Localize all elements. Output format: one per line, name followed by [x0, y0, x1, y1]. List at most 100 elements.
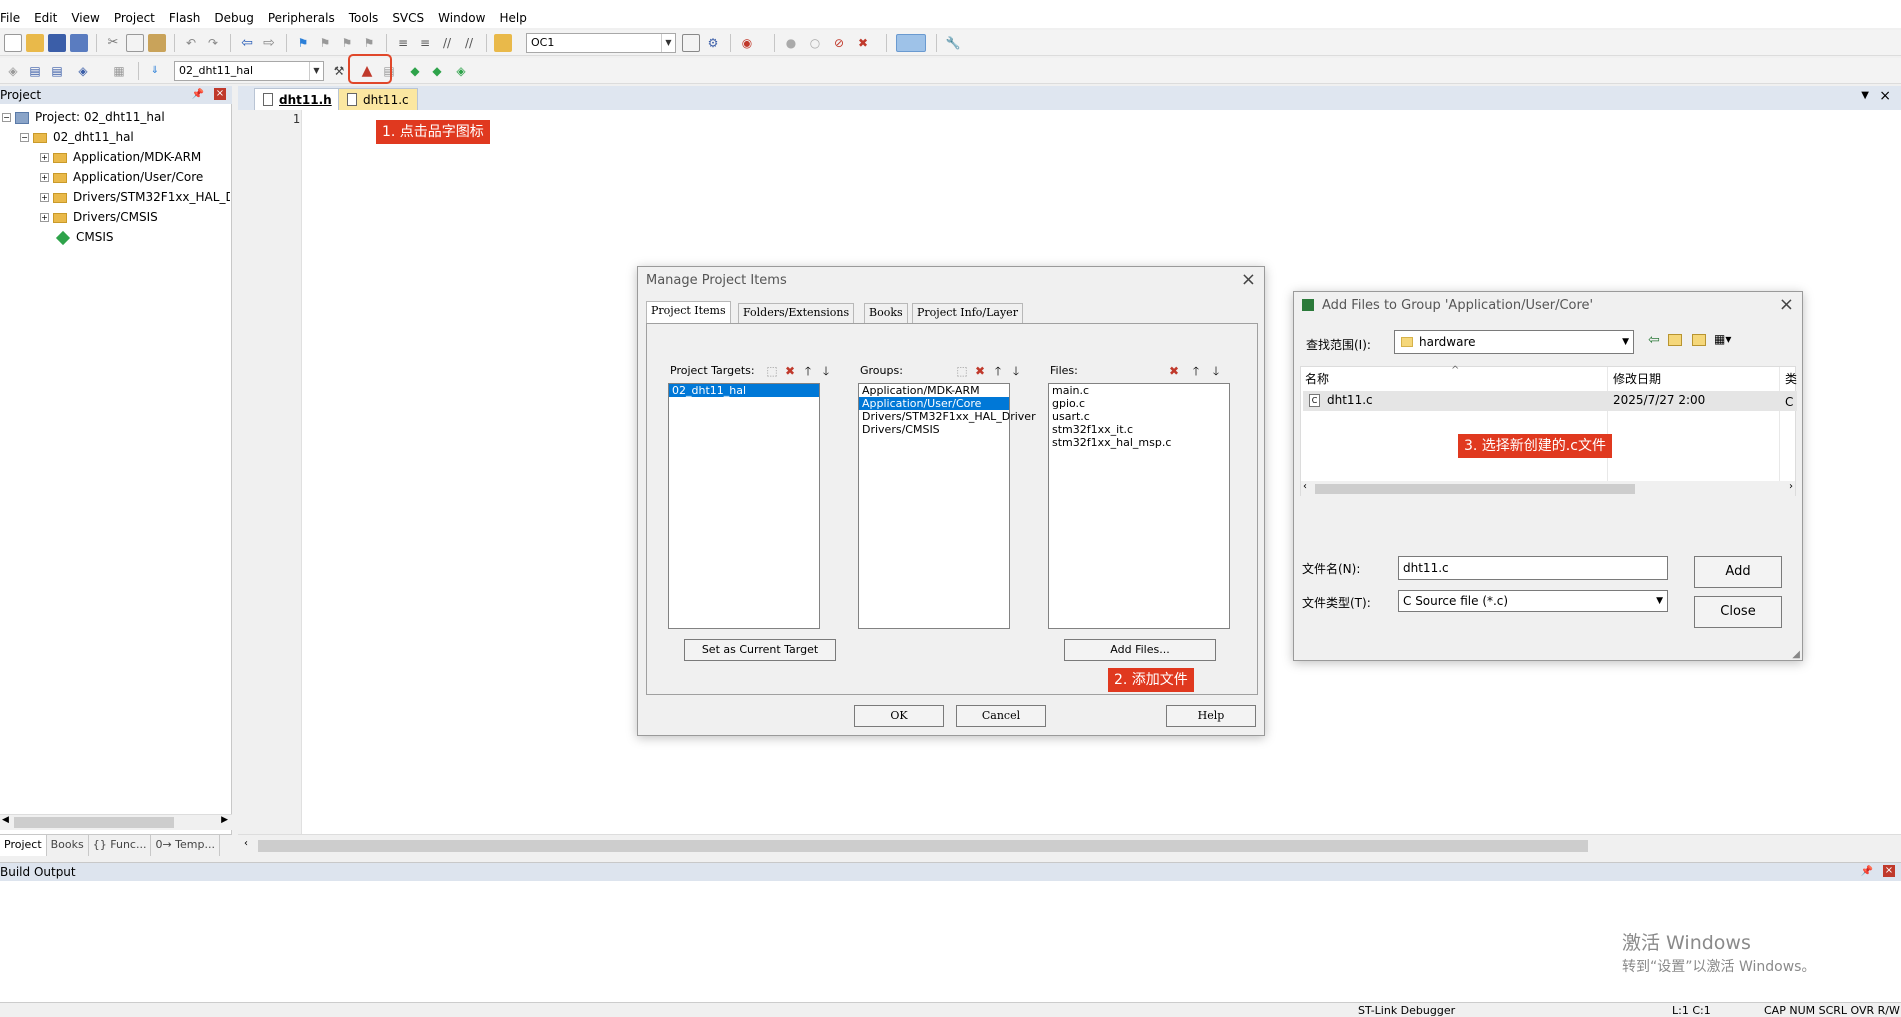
new-group-icon[interactable]: ⬚	[954, 363, 970, 379]
undo-icon[interactable]: ↶	[182, 34, 200, 52]
close-icon[interactable]: ×	[1879, 88, 1891, 104]
uncomment-icon[interactable]: //	[460, 34, 478, 52]
menu-help[interactable]: Help	[492, 8, 533, 28]
open-folder-icon[interactable]	[26, 34, 44, 52]
tab-templates[interactable]: 0→ Temp...	[151, 835, 220, 856]
list-item[interactable]: stm32f1xx_it.c	[1049, 423, 1229, 436]
menu-svcs[interactable]: SVCS	[385, 8, 431, 28]
expand-icon[interactable]: +	[40, 213, 49, 222]
list-item[interactable]: usart.c	[1049, 410, 1229, 423]
files-list[interactable]: main.c gpio.c usart.c stm32f1xx_it.c stm…	[1048, 383, 1230, 629]
move-down-icon[interactable]: 🡓	[1208, 363, 1224, 379]
redo-icon[interactable]: ↷	[204, 34, 222, 52]
menu-view[interactable]: View	[64, 8, 106, 28]
scroll-thumb[interactable]	[258, 840, 1588, 852]
breakpoint-disable-icon[interactable]: ○	[806, 34, 824, 52]
scroll-left-icon[interactable]: ◀	[2, 815, 9, 825]
list-item[interactable]: 02_dht11_hal	[669, 384, 819, 397]
breakpoint-clear-icon[interactable]: ⊘	[830, 34, 848, 52]
expand-icon[interactable]: +	[40, 153, 49, 162]
add-button[interactable]: Add	[1694, 556, 1782, 588]
expand-icon[interactable]: +	[40, 193, 49, 202]
move-up-icon[interactable]: 🡑	[800, 363, 816, 379]
close-icon[interactable]: ×	[1779, 294, 1794, 315]
tab-project-items[interactable]: Project Items	[646, 301, 731, 323]
nav-back-icon[interactable]: ⇦	[238, 34, 256, 52]
expand-icon[interactable]: +	[40, 173, 49, 182]
build-icon[interactable]: ▤	[26, 62, 44, 80]
resize-grip-icon[interactable]: ◢	[1792, 649, 1800, 660]
menu-flash[interactable]: Flash	[162, 8, 207, 28]
move-down-icon[interactable]: 🡓	[1008, 363, 1024, 379]
list-item[interactable]: stm32f1xx_hal_msp.c	[1049, 436, 1229, 449]
scroll-right-icon[interactable]: ›	[1789, 481, 1793, 492]
menu-tools[interactable]: Tools	[342, 8, 386, 28]
target-combo[interactable]: OC1 ▼	[526, 33, 676, 53]
tree-item-group[interactable]: + Application/User/Core	[40, 168, 203, 186]
copy-icon[interactable]	[126, 34, 144, 52]
column-type[interactable]: 类	[1785, 369, 1797, 389]
scroll-left-icon[interactable]: ‹	[1303, 481, 1307, 492]
delete-icon[interactable]: ✖	[782, 363, 798, 379]
debug-session-icon[interactable]: ◉	[738, 34, 756, 52]
tab-books[interactable]: Books	[47, 835, 89, 856]
incremental-find-icon[interactable]: ⚙	[704, 34, 722, 52]
list-item[interactable]: Drivers/STM32F1xx_HAL_Driver	[859, 410, 1036, 423]
tab-folders-extensions[interactable]: Folders/Extensions	[738, 303, 855, 323]
tab-functions[interactable]: {} Func...	[89, 835, 152, 856]
save-icon[interactable]	[48, 34, 66, 52]
menu-peripherals[interactable]: Peripherals	[261, 8, 342, 28]
view-menu-icon[interactable]: ▦▾	[1714, 332, 1731, 346]
scroll-right-icon[interactable]: ▶	[221, 815, 228, 825]
scroll-left-icon[interactable]: ‹	[244, 838, 248, 849]
tab-list-icon[interactable]: ▼	[1861, 90, 1869, 101]
scroll-thumb[interactable]	[14, 817, 174, 828]
bookmark-prev-icon[interactable]: ⚑	[316, 34, 334, 52]
back-icon[interactable]: ⇦	[1648, 332, 1660, 348]
delete-icon[interactable]: ✖	[1166, 363, 1182, 379]
find-icon[interactable]	[682, 34, 700, 52]
scroll-thumb[interactable]	[1315, 484, 1635, 494]
close-icon[interactable]: ×	[1883, 865, 1895, 877]
paste-icon[interactable]	[148, 34, 166, 52]
tree-item-group[interactable]: + Drivers/CMSIS	[40, 208, 158, 226]
manage-rte-icon[interactable]: ◆	[428, 62, 446, 80]
editor-hscroll[interactable]: ‹	[238, 834, 1901, 856]
close-icon[interactable]: ×	[1241, 269, 1256, 290]
collapse-icon[interactable]: −	[20, 133, 29, 142]
tab-dht11-h[interactable]: dht11.h	[254, 88, 341, 110]
pin-icon[interactable]: 📌	[192, 86, 204, 104]
tab-dht11-c[interactable]: dht11.c	[338, 88, 418, 110]
targets-list[interactable]: 02_dht11_hal	[668, 383, 820, 629]
stop-build-icon[interactable]: ▦	[110, 62, 128, 80]
move-up-icon[interactable]: 🡑	[1188, 363, 1204, 379]
column-name[interactable]: 名称	[1305, 369, 1329, 389]
file-list-view[interactable]: 名称 ^ 修改日期 类 C dht11.c 2025/7/27 2:00 C 源…	[1300, 365, 1797, 497]
tree-item-component[interactable]: CMSIS	[55, 228, 114, 246]
filetype-select[interactable]: C Source file (*.c) ▼	[1398, 590, 1668, 612]
ok-button[interactable]: OK	[854, 705, 944, 727]
file-list-hscroll[interactable]: ‹ ›	[1301, 481, 1795, 497]
event-recorder-icon[interactable]: ◈	[452, 62, 470, 80]
comment-icon[interactable]: //	[438, 34, 456, 52]
build-output-text[interactable]	[0, 883, 1901, 1003]
cancel-button[interactable]: Cancel	[956, 705, 1046, 727]
menu-edit[interactable]: Edit	[27, 8, 64, 28]
cut-icon[interactable]: ✂	[104, 34, 122, 52]
collapse-icon[interactable]: −	[2, 113, 11, 122]
list-item[interactable]: Application/User/Core	[859, 397, 1009, 410]
menu-window[interactable]: Window	[431, 8, 492, 28]
target-options-icon[interactable]: ⚒	[330, 62, 348, 80]
window-layout-icon[interactable]	[896, 34, 926, 52]
close-button[interactable]: Close	[1694, 596, 1782, 628]
configure-icon[interactable]: 🔧	[944, 34, 962, 52]
menu-project[interactable]: Project	[107, 8, 162, 28]
project-hscroll[interactable]: ◀ ▶	[0, 814, 232, 830]
unindent-icon[interactable]: ≡	[416, 34, 434, 52]
column-modified[interactable]: 修改日期	[1613, 369, 1661, 389]
save-all-icon[interactable]	[70, 34, 88, 52]
help-button[interactable]: Help	[1166, 705, 1256, 727]
list-item[interactable]: Application/MDK-ARM	[859, 384, 1009, 397]
pin-icon[interactable]: 📌	[1861, 863, 1873, 881]
move-down-icon[interactable]: 🡓	[818, 363, 834, 379]
